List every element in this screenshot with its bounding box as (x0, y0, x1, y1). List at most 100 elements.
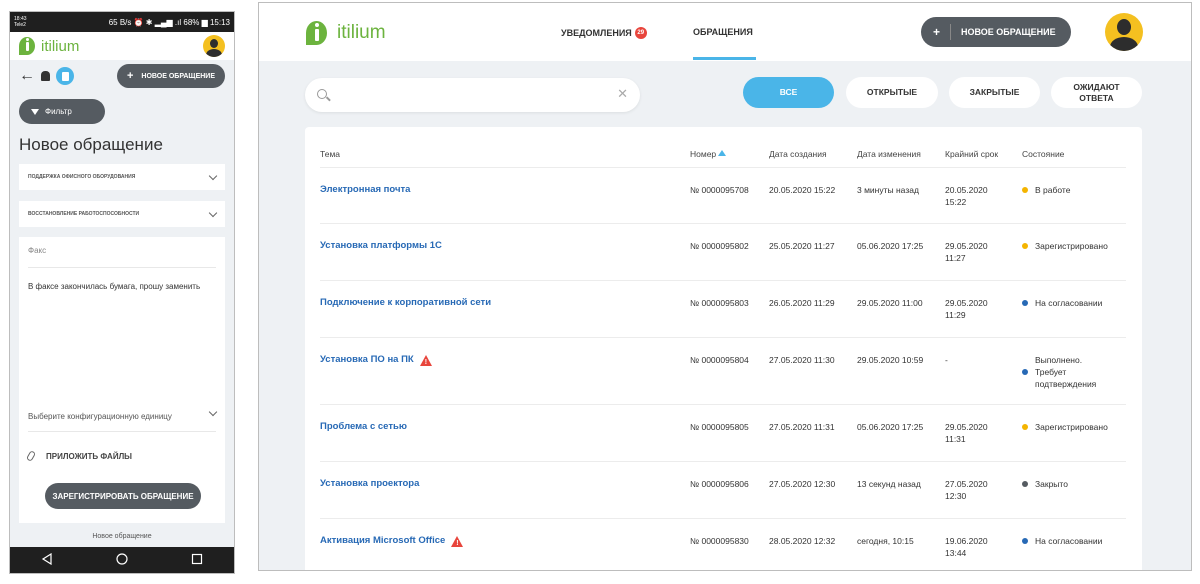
column-header-deadline[interactable]: Крайний срок (945, 149, 998, 159)
cell-topic[interactable]: Установка ПО на ПК (320, 354, 432, 369)
cell-created: 27.05.2020 12:30 (769, 479, 836, 489)
table-row[interactable]: Установка ПО на ПК № 0000095804 27.05.2020… (320, 337, 1126, 404)
component-select[interactable]: ВОССТАНОВЛЕНИЕ РАБОТОСПОСОБНОСТИ (19, 201, 225, 227)
description-field[interactable]: В факсе закончилась бумага, прошу замени… (28, 282, 216, 291)
table-row[interactable]: Установка платформы 1С № 0000095802 25.05.… (320, 223, 1126, 280)
service-select[interactable]: ПОДДЕРЖКА ОФИСНОГО ОБОРУДОВАНИЯ (19, 164, 225, 190)
column-header-number-label: Номер (690, 149, 717, 159)
search-input[interactable] (337, 86, 607, 104)
topic-link[interactable]: Установка платформы 1С (320, 240, 442, 252)
filter-closed-button[interactable]: ЗАКРЫТЫЕ (949, 77, 1040, 108)
desktop-screen: itilium УВЕДОМЛЕНИЯ 29 ОБРАЩЕНИЯ + НОВОЕ… (258, 2, 1192, 571)
funnel-icon (31, 108, 39, 115)
table-row[interactable]: Активация Microsoft Office № 0000095830 28… (320, 518, 1126, 570)
cell-topic[interactable]: Установка платформы 1С (320, 240, 442, 252)
topic-link[interactable]: Установка проектора (320, 478, 419, 490)
register-request-button[interactable]: ЗАРЕГИСТРИРОВАТЬ ОБРАЩЕНИЕ (45, 483, 201, 509)
table-row[interactable]: Установка проектора № 0000095806 27.05.202… (320, 461, 1126, 518)
new-request-label: НОВОЕ ОБРАЩЕНИЕ (961, 27, 1056, 37)
subject-field[interactable]: Факс (28, 246, 216, 268)
nav-recent-icon[interactable] (191, 553, 203, 568)
active-tab-indicator (693, 57, 756, 60)
filter-open-button[interactable]: ОТКРЫТЫЕ (846, 77, 938, 108)
table-row[interactable]: Электронная почта № 0000095708 20.05.2020 … (320, 167, 1126, 223)
column-header-number[interactable]: Номер (690, 149, 727, 159)
new-request-button[interactable]: + НОВОЕ ОБРАЩЕНИЕ (921, 17, 1071, 47)
warning-icon (451, 535, 464, 550)
cell-topic[interactable]: Установка проектора (320, 478, 419, 490)
chevron-down-icon (208, 407, 218, 417)
cell-deadline: 29.05.2020 11:31 (945, 422, 988, 444)
bell-icon[interactable] (41, 71, 50, 81)
cell-deadline: - (945, 355, 948, 365)
cell-number: № 0000095803 (690, 298, 749, 308)
filter-button[interactable]: Фильтр (19, 99, 105, 124)
cell-modified: 05.06.2020 17:25 (857, 241, 924, 251)
cell-topic[interactable]: Подключение к корпоративной сети (320, 297, 491, 309)
cell-number: № 0000095830 (690, 536, 749, 546)
component-select-value: ВОССТАНОВЛЕНИЕ РАБОТОСПОСОБНОСТИ (28, 211, 140, 217)
status-dot-icon (1022, 300, 1028, 306)
clear-search-icon[interactable]: ✕ (617, 86, 628, 102)
document-icon[interactable] (56, 67, 74, 85)
user-avatar[interactable] (203, 35, 225, 57)
cell-modified: 29.05.2020 11:00 (857, 298, 923, 308)
filter-label: Фильтр (45, 107, 72, 116)
nav-back-icon[interactable] (41, 552, 53, 568)
cell-status: На согласовании (1022, 297, 1126, 309)
tab-notifications-label: УВЕДОМЛЕНИЯ (561, 28, 632, 38)
table-row[interactable]: Проблема с сетью № 0000095805 27.05.2020 1… (320, 404, 1126, 461)
cell-deadline: 20.05.2020 15:22 (945, 185, 988, 207)
new-request-button[interactable]: + НОВОЕ ОБРАЩЕНИЕ (116, 64, 225, 88)
requests-table: Тема Номер Дата создания Дата изменения … (305, 127, 1142, 570)
cell-deadline: 29.05.2020 11:27 (945, 241, 988, 263)
cell-topic[interactable]: Активация Microsoft Office (320, 535, 464, 550)
mobile-screen: 18:43 Tele2 65 B/s ⏰ ✱ ▂▄▆ .ıl 68% ▆ 15:… (9, 11, 235, 574)
status-dot-icon (1022, 481, 1028, 487)
filter-all-button[interactable]: ВСЕ (743, 77, 834, 108)
carrier-info: 18:43 Tele2 (14, 16, 27, 28)
app-name: itilium (41, 37, 80, 55)
table-row[interactable]: Подключение к корпоративной сети № 000009… (320, 280, 1126, 337)
column-header-topic[interactable]: Тема (320, 149, 340, 159)
status-dot-icon (1022, 187, 1028, 193)
topic-link[interactable]: Проблема с сетью (320, 421, 407, 433)
topic-link[interactable]: Электронная почта (320, 184, 410, 196)
itilium-logo-icon (19, 37, 35, 55)
cell-deadline: 27.05.2020 12:30 (945, 479, 988, 501)
column-header-status[interactable]: Состояние (1022, 149, 1064, 159)
cell-number: № 0000095802 (690, 241, 749, 251)
topic-link[interactable]: Установка ПО на ПК (320, 354, 414, 366)
chevron-down-icon (208, 171, 218, 180)
nav-home-icon[interactable] (116, 552, 128, 568)
column-header-created[interactable]: Дата создания (769, 149, 827, 159)
topic-link[interactable]: Активация Microsoft Office (320, 535, 445, 547)
filter-awaiting-button[interactable]: ОЖИДАЮТ ОТВЕТА (1051, 77, 1142, 108)
column-header-modified[interactable]: Дата изменения (857, 149, 921, 159)
user-avatar[interactable] (1105, 13, 1143, 51)
cell-status: На согласовании (1022, 535, 1126, 547)
back-arrow-icon[interactable]: ← (19, 67, 35, 85)
tab-requests[interactable]: ОБРАЩЕНИЯ (693, 27, 753, 37)
cell-created: 28.05.2020 12:32 (769, 536, 836, 546)
cell-status: Зарегистрировано (1022, 421, 1126, 433)
cell-created: 27.05.2020 11:31 (769, 422, 835, 432)
status-text: Закрыто (1035, 479, 1068, 489)
tab-notifications[interactable]: УВЕДОМЛЕНИЯ 29 (561, 27, 647, 39)
app-logo[interactable]: itilium (19, 37, 79, 55)
cell-modified: 3 минуты назад (857, 185, 919, 195)
request-form: Факс В факсе закончилась бумага, прошу з… (19, 237, 225, 523)
config-unit-select[interactable]: Выберите конфигурационную единицу (28, 407, 218, 432)
app-logo[interactable]: itilium (306, 21, 386, 45)
cell-topic[interactable]: Электронная почта (320, 184, 410, 196)
cell-number: № 0000095708 (690, 185, 749, 195)
cell-deadline: 19.06.2020 13:44 (945, 536, 988, 558)
cell-modified: сегодня, 10:15 (857, 536, 914, 546)
cell-modified: 29.05.2020 10:59 (857, 355, 924, 365)
topic-link[interactable]: Подключение к корпоративной сети (320, 297, 491, 309)
cell-topic[interactable]: Проблема с сетью (320, 421, 407, 433)
attach-files-button[interactable]: ПРИЛОЖИТЬ ФАЙЛЫ (25, 450, 132, 462)
cell-status: Выполнено. Требует подтверждения (1022, 354, 1126, 390)
app-name: itilium (337, 22, 386, 43)
cell-modified: 05.06.2020 17:25 (857, 422, 924, 432)
